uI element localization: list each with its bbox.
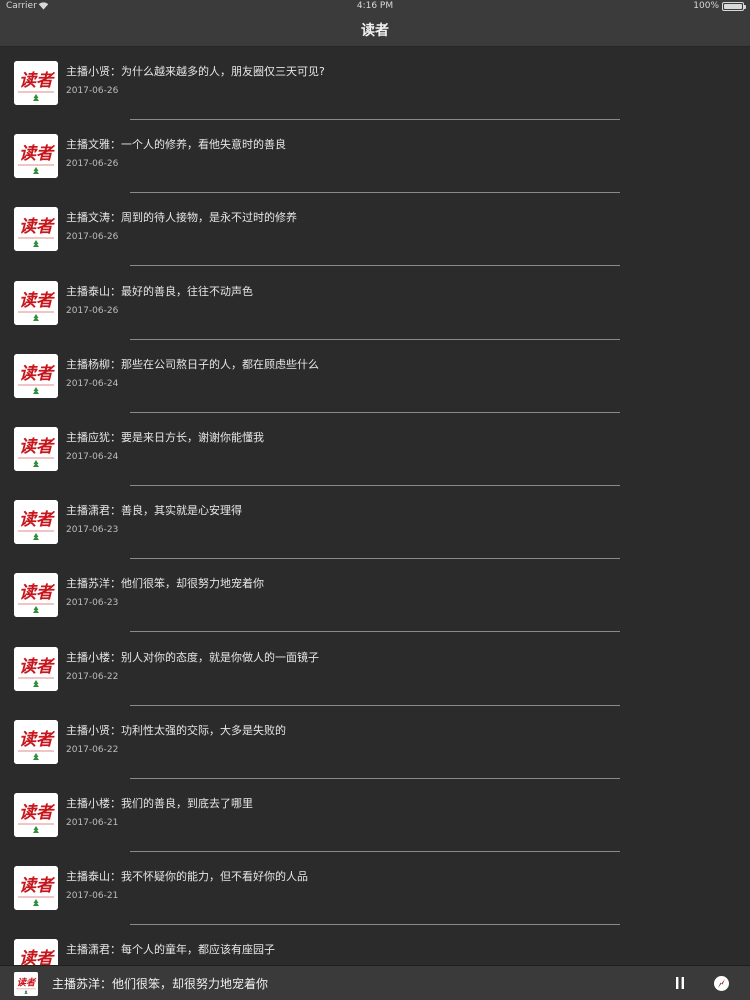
item-date: 2017-06-26: [66, 159, 119, 170]
duzhe-logo-icon: 读者: [14, 646, 58, 691]
duzhe-logo-icon: 读者: [14, 134, 58, 179]
item-title: 主播潇君：每个人的童年，都应该有座园子: [66, 943, 275, 957]
item-date: 2017-06-22: [66, 744, 119, 755]
battery-indicator: 100%: [693, 1, 746, 11]
svg-text:读者: 读者: [19, 583, 56, 603]
item-title: 主播泰山：最好的善良，往往不动声色: [66, 284, 253, 298]
svg-text:读者: 读者: [19, 730, 56, 750]
list-item[interactable]: 读者 主播小贤：为什么越来越多的人，朋友圈仅三天可见? 2017-06-26: [0, 47, 750, 120]
item-title: 主播文雅：一个人的修养，看他失意时的善良: [66, 138, 286, 152]
list-item[interactable]: 读者 主播苏洋：他们很笨，却很努力地宠着你 2017-06-23: [0, 559, 750, 633]
item-date: 2017-06-22: [66, 671, 119, 682]
duzhe-logo-icon: 读者: [14, 280, 58, 325]
item-date: 2017-06-21: [66, 891, 119, 902]
list-item[interactable]: 读者 主播杨柳：那些在公司熬日子的人，都在顾虑些什么 2017-06-24: [0, 340, 750, 413]
item-date: 2017-06-26: [66, 232, 119, 243]
duzhe-logo-icon: 读者: [14, 61, 58, 105]
list-item[interactable]: 读者 主播应犹：要是来日方长，谢谢你能懂我 2017-06-24: [0, 413, 750, 486]
svg-text:读者: 读者: [17, 978, 37, 989]
item-title: 主播苏洋：他们很笨，却很努力地宠着你: [66, 577, 264, 591]
item-title: 主播杨柳：那些在公司熬日子的人，都在顾虑些什么: [66, 357, 319, 371]
item-title: 主播小贤：为什么越来越多的人，朋友圈仅三天可见?: [66, 65, 325, 78]
item-date: 2017-06-23: [66, 598, 119, 609]
battery-percent: 100%: [693, 1, 719, 11]
item-title: 主播小楼：我们的善良，到底去了哪里: [66, 796, 253, 810]
episode-list[interactable]: 读者 主播小贤：为什么越来越多的人，朋友圈仅三天可见? 2017-06-26 读…: [0, 47, 750, 965]
svg-text:读者: 读者: [19, 657, 56, 677]
now-playing-title: 主播苏洋：他们很笨，却很努力地宠着你: [52, 977, 269, 991]
battery-icon: [722, 1, 746, 11]
svg-text:读者: 读者: [19, 510, 56, 530]
svg-text:读者: 读者: [19, 71, 56, 91]
duzhe-logo-icon: 读者: [14, 792, 58, 837]
list-item[interactable]: 读者 主播潇君：善良，其实就是心安理得 2017-06-23: [0, 486, 750, 560]
duzhe-logo-icon: 读者: [14, 573, 58, 618]
status-bar: Carrier 4:16 PM 100%: [0, 0, 750, 14]
navigation-bar: 读者: [0, 14, 750, 47]
svg-text:读者: 读者: [19, 876, 56, 896]
list-item[interactable]: 读者 主播小楼：我们的善良，到底去了哪里 2017-06-21: [0, 779, 750, 852]
list-item[interactable]: 读者 主播泰山：我不怀疑你的能力，但不看好你的人品 2017-06-21: [0, 852, 750, 926]
item-title: 主播文涛：周到的待人接物，是永不过时的修养: [66, 211, 297, 225]
list-item[interactable]: 读者 主播泰山：最好的善良，往往不动声色 2017-06-26: [0, 267, 750, 340]
duzhe-logo-icon: 读者: [14, 207, 58, 252]
svg-text:读者: 读者: [19, 144, 56, 164]
compass-icon: [714, 976, 729, 991]
svg-text:读者: 读者: [19, 949, 56, 965]
status-time: 4:16 PM: [356, 1, 394, 11]
item-title: 主播泰山：我不怀疑你的能力，但不看好你的人品: [66, 870, 308, 884]
pause-icon: [676, 977, 684, 989]
item-date: 2017-06-23: [66, 525, 119, 536]
duzhe-logo-icon: 读者: [14, 719, 58, 764]
item-date: 2017-06-24: [66, 378, 119, 389]
svg-text:读者: 读者: [19, 291, 56, 311]
now-playing-logo-icon: 读者: [14, 972, 38, 996]
compass-button[interactable]: [713, 975, 730, 992]
svg-text:读者: 读者: [19, 217, 56, 237]
list-item[interactable]: 读者 主播文涛：周到的待人接物，是永不过时的修养 2017-06-26: [0, 193, 750, 267]
svg-text:读者: 读者: [19, 364, 56, 384]
item-date: 2017-06-26: [66, 305, 119, 316]
list-item[interactable]: 读者 主播潇君：每个人的童年，都应该有座园子: [0, 925, 750, 965]
list-item[interactable]: 读者 主播小贤：功利性太强的交际，大多是失败的 2017-06-22: [0, 706, 750, 779]
item-title: 主播潇君：善良，其实就是心安理得: [66, 504, 242, 518]
duzhe-logo-icon: 读者: [14, 353, 58, 398]
item-title: 主播应犹：要是来日方长，谢谢你能懂我: [66, 430, 264, 444]
item-title: 主播小贤：功利性太强的交际，大多是失败的: [66, 723, 286, 737]
list-item[interactable]: 读者 主播小楼：别人对你的态度，就是你做人的一面镜子 2017-06-22: [0, 633, 750, 706]
list-item[interactable]: 读者 主播文雅：一个人的修养，看他失意时的善良 2017-06-26: [0, 120, 750, 194]
item-date: 2017-06-24: [66, 451, 119, 462]
duzhe-logo-icon: 读者: [14, 500, 58, 545]
now-playing-bar[interactable]: 读者 主播苏洋：他们很笨，却很努力地宠着你: [0, 965, 750, 1000]
page-title: 读者: [361, 23, 389, 39]
item-title: 主播小楼：别人对你的态度，就是你做人的一面镜子: [66, 650, 319, 664]
item-date: 2017-06-21: [66, 817, 119, 828]
duzhe-logo-icon: 读者: [14, 939, 58, 965]
item-date: 2017-06-26: [66, 86, 119, 96]
pause-button[interactable]: [672, 975, 688, 991]
svg-text:读者: 读者: [19, 803, 56, 823]
duzhe-logo-icon: 读者: [14, 866, 58, 911]
svg-text:读者: 读者: [19, 437, 56, 457]
battery-fill: [724, 3, 742, 9]
duzhe-logo-icon: 读者: [14, 426, 58, 471]
